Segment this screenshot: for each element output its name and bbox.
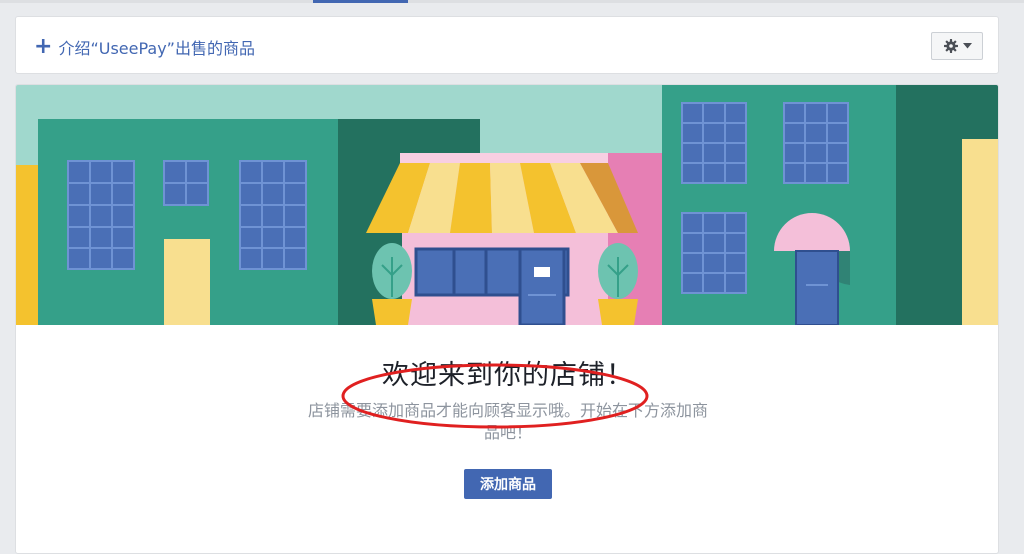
- welcome-description: 店铺需要添加商品才能向顾客显示哦。开始在下方添加商品吧！: [308, 401, 709, 442]
- shop-empty-state-card: 欢迎来到你的店铺！ 店铺需要添加商品才能向顾客显示哦。开始在下方添加商品吧！ 添…: [15, 84, 999, 554]
- gear-icon: [943, 39, 958, 53]
- add-products-label: 介绍“UseePay”出售的商品: [58, 39, 255, 58]
- caret-down-icon: [962, 43, 972, 49]
- add-product-button[interactable]: 添加商品: [464, 469, 552, 499]
- top-tab-bar: [0, 0, 1024, 3]
- storefront-illustration: [16, 85, 998, 325]
- plus-icon: +: [34, 34, 53, 59]
- add-products-link[interactable]: + 介绍“UseePay”出售的商品: [34, 35, 255, 59]
- settings-dropdown-button[interactable]: [931, 32, 983, 60]
- welcome-title: 欢迎来到你的店铺！: [382, 360, 634, 391]
- shop-header-card: + 介绍“UseePay”出售的商品: [15, 16, 999, 74]
- active-tab-indicator: [313, 0, 408, 3]
